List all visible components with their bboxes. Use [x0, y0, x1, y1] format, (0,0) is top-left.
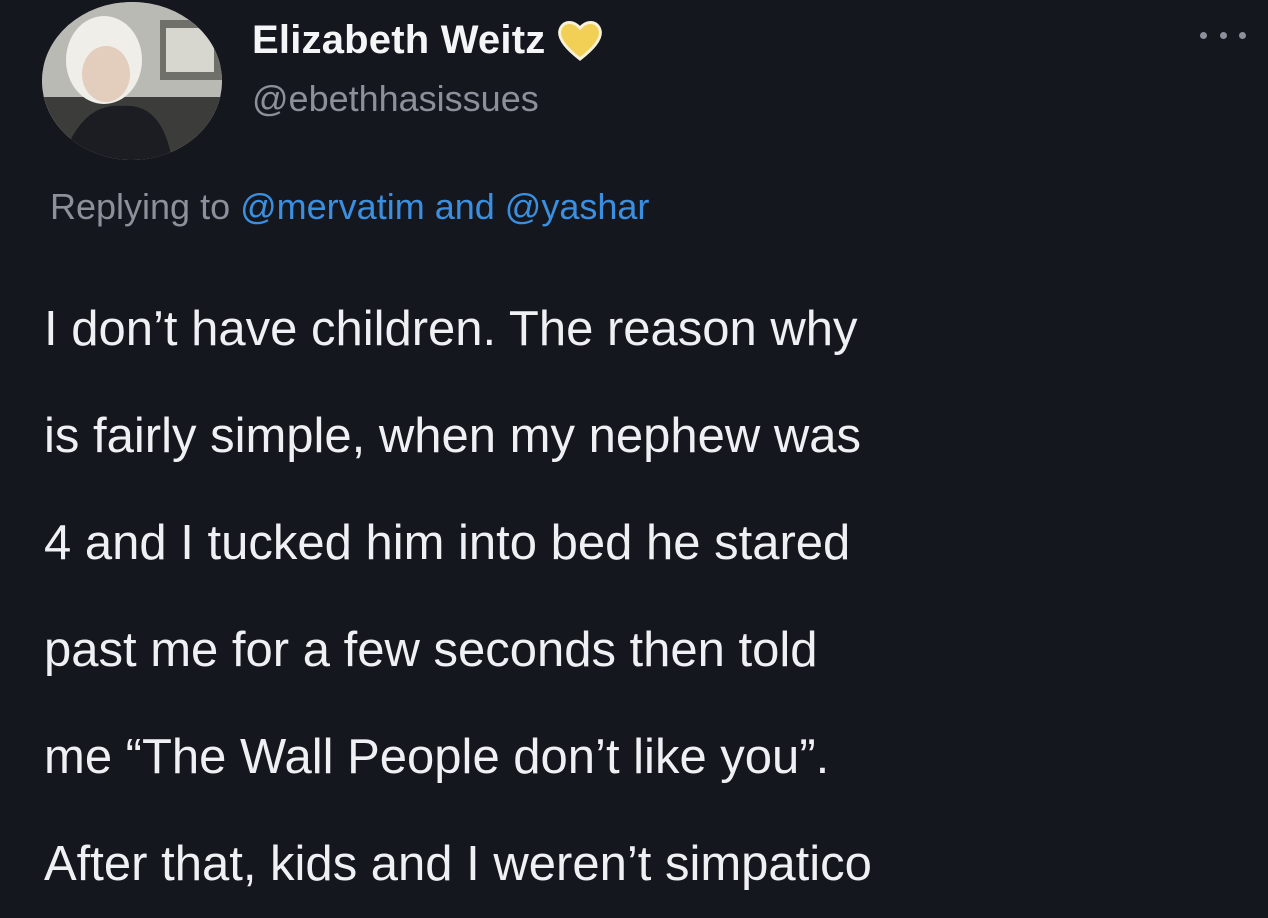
tweet-text-line: is fairly simple, when my nephew was: [44, 409, 861, 463]
tweet-text-line: past me for a few seconds then told: [44, 623, 818, 677]
reply-mention-yashar[interactable]: @yashar: [505, 186, 650, 227]
tweet: Elizabeth Weitz @ebethhasissues Replying…: [0, 0, 1268, 918]
tweet-text-line: I don’t have children. The reason why: [44, 302, 858, 356]
reply-mention-mervatim[interactable]: @mervatim: [240, 186, 425, 227]
reply-conjunction[interactable]: and: [435, 186, 495, 227]
tweet-text-line: After that, kids and I weren’t simpatico: [44, 837, 872, 891]
more-options-icon[interactable]: [1200, 28, 1246, 42]
avatar-photo: [42, 2, 222, 160]
tweet-text: I don’t have children. The reason why is…: [44, 276, 1234, 918]
author-display-name[interactable]: Elizabeth Weitz: [252, 18, 545, 63]
tweet-text-line: 4 and I tucked him into bed he stared: [44, 516, 851, 570]
author-handle[interactable]: @ebethhasissues: [252, 78, 539, 120]
tweet-text-line: me “The Wall People don’t like you”.: [44, 730, 830, 784]
replying-to: Replying to @mervatim and @yashar: [50, 186, 649, 228]
avatar[interactable]: [42, 2, 222, 160]
author-name-row: Elizabeth Weitz: [252, 14, 603, 66]
replying-to-label: Replying to: [50, 186, 231, 227]
yellow-heart-icon: [557, 19, 603, 61]
